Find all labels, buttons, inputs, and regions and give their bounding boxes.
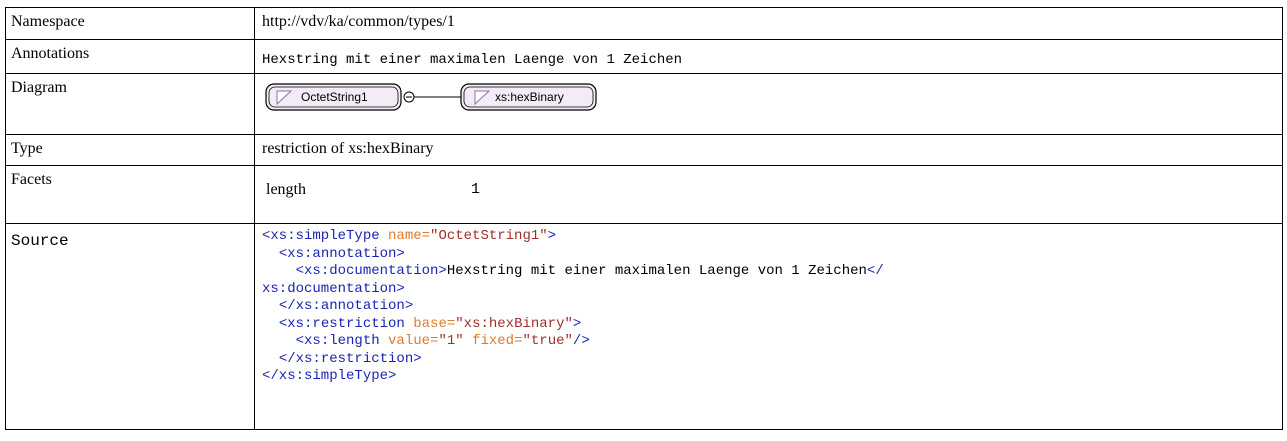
source-token-aval: "OctetString1": [430, 228, 548, 244]
facet-name: length: [266, 181, 306, 198]
source-line: </xs:annotation>: [262, 298, 1282, 316]
source-token-attr: name=: [388, 228, 431, 244]
facet-length: length 1: [266, 181, 1282, 199]
facet-value: 1: [471, 181, 481, 198]
source-token-txt: [405, 316, 413, 332]
source-token-aval: "1": [438, 333, 464, 349]
source-token-tag: <xs:documentation>: [295, 263, 447, 279]
source-token-tag: <xs:length: [295, 333, 380, 349]
source-token-txt: Hexstring mit einer maximalen Laenge von…: [446, 263, 867, 279]
annotations-row: Annotations Hexstring mit einer maximale…: [5, 39, 1283, 74]
source-token-tag: xs:documentation>: [262, 280, 405, 297]
source-token-tag: >: [547, 228, 557, 244]
source-line: </xs:restriction>: [262, 351, 1282, 369]
node-right-label: xs:hexBinary: [495, 90, 564, 104]
source-token-tag: <xs:annotation>: [278, 245, 405, 262]
source-label: Source: [11, 232, 69, 250]
diagram-row: Diagram OctetString1 xs:hexBinary: [5, 73, 1283, 135]
source-line: <xs:length value="1" fixed="true"/>: [262, 333, 1282, 351]
source-line: <xs:documentation>Hexstring mit einer ma…: [262, 263, 1282, 281]
source-token-attr: value=: [388, 333, 439, 349]
source-line: <xs:simpleType name="OctetString1">: [262, 228, 1282, 246]
type-value: restriction of xs:hexBinary: [254, 134, 1283, 166]
source-token-txt: [464, 333, 472, 349]
annotations-label: Annotations: [5, 39, 255, 74]
source-token-tag: </xs:restriction>: [278, 350, 422, 367]
diagram-svg: OctetString1 xs:hexBinary: [265, 83, 597, 111]
schema-type-table: Namespace http://vdv/ka/common/types/1 A…: [5, 7, 1283, 430]
type-row: Type restriction of xs:hexBinary: [5, 134, 1283, 166]
source-line: </xs:simpleType>: [262, 368, 1282, 386]
source-token-attr: fixed=: [472, 333, 523, 349]
type-diagram: OctetString1 xs:hexBinary: [262, 79, 1282, 125]
namespace-value: http://vdv/ka/common/types/1: [254, 7, 1283, 40]
source-line: <xs:restriction base="xs:hexBinary">: [262, 316, 1282, 334]
source-token-attr: base=: [413, 315, 456, 332]
source-line: <xs:annotation>: [262, 246, 1282, 264]
facets-row: Facets length 1: [5, 165, 1283, 224]
diagram-label: Diagram: [5, 73, 255, 135]
source-code: <xs:simpleType name="OctetString1"> <xs:…: [262, 228, 1282, 386]
source-token-tag: <xs:restriction: [278, 315, 405, 332]
facets-label: Facets: [5, 165, 255, 224]
annotations-value: Hexstring mit einer maximalen Laenge von…: [262, 52, 683, 68]
source-token-txt: [380, 228, 388, 244]
source-token-tag: </: [866, 263, 884, 279]
type-label: Type: [5, 134, 255, 166]
namespace-label: Namespace: [5, 7, 255, 40]
source-token-tag: </xs:annotation>: [278, 298, 414, 314]
source-token-aval: "xs:hexBinary": [455, 315, 573, 332]
source-token-tag: <xs:simpleType: [262, 228, 380, 244]
source-token-aval: "true": [522, 333, 573, 349]
source-token-tag: />: [572, 333, 590, 349]
source-token-tag: </xs:simpleType>: [262, 368, 397, 384]
source-line: xs:documentation>: [262, 281, 1282, 299]
source-token-txt: [380, 333, 388, 349]
node-left-label: OctetString1: [301, 90, 368, 104]
source-row: Source <xs:simpleType name="OctetString1…: [5, 223, 1283, 430]
namespace-row: Namespace http://vdv/ka/common/types/1: [5, 7, 1283, 40]
source-token-tag: >: [572, 315, 582, 332]
